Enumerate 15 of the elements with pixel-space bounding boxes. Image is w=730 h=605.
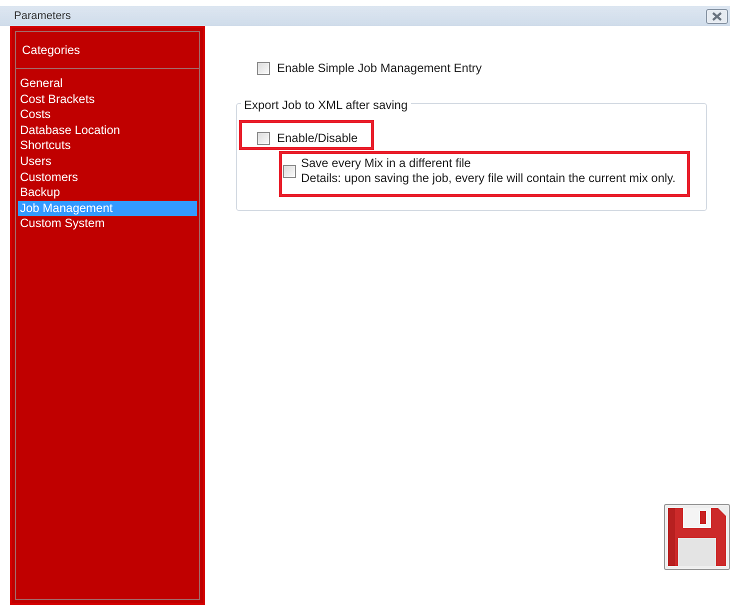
- category-item[interactable]: General: [18, 76, 197, 92]
- category-item[interactable]: Custom System: [18, 216, 197, 232]
- checkbox-label[interactable]: Enable/Disable: [277, 129, 358, 147]
- categories-header: Categories: [22, 42, 80, 59]
- details-text: Details: upon saving the job, every file will contain the current mix only.: [301, 171, 676, 186]
- category-item[interactable]: Database Location: [18, 122, 197, 138]
- category-item[interactable]: Cost Brackets: [18, 92, 197, 108]
- window-title: Parameters: [14, 8, 71, 24]
- checkbox-label[interactable]: Enable Simple Job Management Entry: [277, 59, 482, 77]
- checkbox-label[interactable]: Save every Mix in a different file: [301, 156, 676, 171]
- category-item[interactable]: Costs: [18, 107, 197, 123]
- category-item[interactable]: Backup: [18, 185, 197, 201]
- category-item[interactable]: Customers: [18, 170, 197, 186]
- category-item[interactable]: Shortcuts: [18, 138, 197, 154]
- category-item[interactable]: Users: [18, 154, 197, 170]
